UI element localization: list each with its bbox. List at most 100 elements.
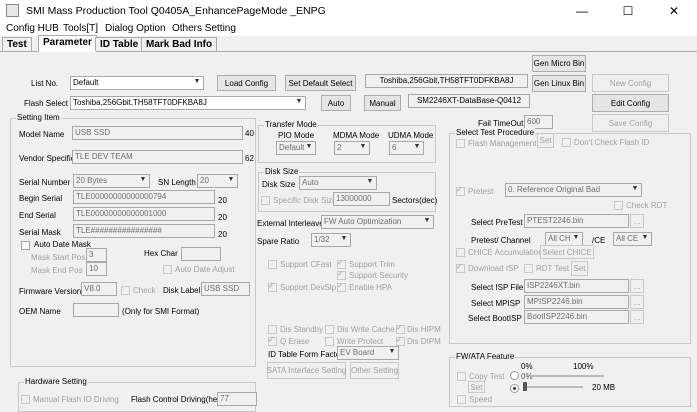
edit-config-button[interactable]: Edit Config: [592, 94, 669, 112]
flash-management-checkbox[interactable]: [456, 139, 465, 150]
bootisp-browse-button[interactable]: ...: [630, 310, 644, 324]
support-cfast-checkbox[interactable]: [268, 260, 277, 271]
chevron-down-icon: ▼: [305, 143, 313, 150]
check-rdt-checkbox[interactable]: [614, 201, 623, 212]
chice-accumulation-checkbox[interactable]: [456, 248, 465, 259]
fail-timeout-label: Fail TimeOut: [478, 119, 524, 128]
bootisp-field[interactable]: BootISP2246.bin: [524, 310, 629, 324]
fail-timeout-field[interactable]: 600: [524, 115, 553, 129]
model-name-field[interactable]: USB SSD: [72, 126, 243, 140]
id-form-factor-label: ID Table Form Factor: [268, 350, 343, 359]
ce-select[interactable]: All CE ▼: [613, 232, 652, 246]
check-icon: ✓: [396, 335, 403, 344]
auto-date-adjust-checkbox[interactable]: [163, 265, 172, 276]
download-isp-checkbox[interactable]: ✓: [456, 262, 465, 275]
auto-date-mask-label: Auto Date Mask: [34, 240, 91, 249]
disk-label-field[interactable]: USB SSD: [201, 282, 250, 296]
maximize-button[interactable]: ☐: [605, 0, 651, 21]
support-devslp-checkbox[interactable]: ✓: [268, 281, 277, 294]
serial-number-select[interactable]: 20 Bytes ▼: [73, 174, 150, 188]
serial-mask-field[interactable]: TLE################: [73, 224, 215, 238]
tab-test[interactable]: Test: [2, 37, 32, 51]
sectors-unit-label: Sectors(dec): [392, 196, 438, 205]
auto-button[interactable]: Auto: [321, 95, 351, 111]
menu-dialog-option[interactable]: Dialog Option: [105, 23, 166, 34]
mask-end-pos-field[interactable]: 10: [86, 262, 107, 276]
rdt-test-checkbox[interactable]: [524, 264, 533, 275]
manual-button[interactable]: Manual: [364, 95, 401, 111]
sn-length-select[interactable]: 20 ▼: [197, 174, 238, 188]
id-form-factor-select[interactable]: EV Board ▼: [337, 346, 399, 360]
enable-hpa-checkbox[interactable]: ✓: [337, 281, 346, 294]
specific-disk-size-checkbox[interactable]: [261, 196, 270, 207]
support-security-label: Support Security: [349, 271, 409, 280]
rdt-set-button[interactable]: Set: [571, 261, 588, 276]
size-slider-track[interactable]: [523, 386, 583, 388]
select-pretest-field[interactable]: PTEST2246.bin: [524, 214, 629, 228]
chevron-down-icon: ▼: [641, 234, 649, 241]
specific-disk-size-field[interactable]: 13000000: [333, 192, 390, 206]
udma-mode-select[interactable]: 6 ▼: [389, 141, 424, 155]
external-interleave-select[interactable]: FW Auto Optimization ▼: [321, 215, 434, 229]
begin-serial-field[interactable]: TLE00000000000000794: [73, 190, 215, 204]
flash-select-dropdown[interactable]: Toshiba,256Gbit,TH58TFT0DFKBA8J ▼: [70, 96, 306, 110]
auto-date-mask-checkbox[interactable]: [21, 241, 30, 252]
manual-flash-io-checkbox[interactable]: [21, 395, 30, 406]
copy-test-checkbox[interactable]: [457, 372, 466, 383]
dis-write-cache-checkbox[interactable]: [325, 325, 334, 336]
check-firmware-checkbox[interactable]: [121, 286, 130, 297]
gen-micro-bin-button[interactable]: Gen Micro Bin: [532, 55, 586, 72]
disk-size-select[interactable]: Auto ▼: [299, 176, 377, 190]
new-config-button[interactable]: New Config: [592, 74, 669, 92]
flash-management-set-button[interactable]: Set: [537, 133, 554, 148]
gen-linux-bin-button[interactable]: Gen Linux Bin: [532, 75, 586, 92]
tab-mark-bad-info[interactable]: Mark Bad Info: [141, 37, 218, 51]
hex-char-field[interactable]: [181, 247, 221, 261]
copy-test-set-button[interactable]: Set: [468, 381, 485, 393]
save-config-button[interactable]: Save Config: [592, 114, 669, 132]
tab-id-table[interactable]: ID Table: [95, 37, 144, 51]
mdma-mode-select[interactable]: 2 ▼: [334, 141, 370, 155]
check-icon: ✓: [456, 185, 463, 194]
end-serial-field[interactable]: TLE00000000000001000: [73, 207, 215, 221]
mpisp-field[interactable]: MPISP2246.bin: [524, 295, 629, 309]
spare-ratio-select[interactable]: 1/32 ▼: [311, 233, 351, 247]
isp-file-browse-button[interactable]: ...: [630, 279, 644, 293]
other-setting-button[interactable]: Other Setting: [350, 362, 399, 379]
pio-mode-select[interactable]: Default ▼: [276, 141, 316, 155]
select-pretest-browse-button[interactable]: ...: [630, 214, 644, 228]
firmware-version-field[interactable]: V8.0: [81, 282, 117, 296]
load-config-button[interactable]: Load Config: [217, 75, 276, 91]
mpisp-browse-button[interactable]: ...: [630, 295, 644, 309]
percent-radio[interactable]: [510, 371, 519, 380]
dis-write-cache-label: Dis Write Cache: [337, 325, 395, 334]
select-chice-button[interactable]: Select CHICE: [540, 245, 594, 259]
speed-checkbox[interactable]: [457, 395, 466, 406]
sn-length-label: SN Length: [158, 178, 196, 187]
vendor-specific-field[interactable]: TLE DEV TEAM: [72, 150, 243, 164]
mdma-mode-label: MDMA Mode: [333, 131, 380, 140]
tab-parameter[interactable]: Parameter: [38, 35, 97, 52]
pretest-checkbox[interactable]: ✓: [456, 185, 465, 198]
minimize-button[interactable]: —: [559, 0, 605, 21]
menu-tools[interactable]: Tools[T]: [63, 23, 98, 34]
sata-interface-setting-button[interactable]: SATA Interface Setting: [267, 362, 346, 379]
menu-config-hub[interactable]: Config HUB: [6, 23, 59, 34]
dont-check-flash-id-checkbox[interactable]: [562, 138, 571, 149]
percent-slider-track[interactable]: [532, 375, 604, 377]
write-protect-checkbox[interactable]: [325, 337, 334, 348]
pretest-select[interactable]: 0. Reference Original Bad ▼: [505, 183, 642, 197]
flash-control-driving-field[interactable]: 77: [217, 392, 257, 406]
oem-name-field[interactable]: [73, 303, 119, 317]
set-default-select-button[interactable]: Set Default Select: [285, 75, 356, 91]
menu-others-setting[interactable]: Others Setting: [172, 23, 236, 34]
close-button[interactable]: ✕: [651, 0, 697, 21]
channel-select[interactable]: All CH ▼: [545, 232, 583, 246]
size-radio[interactable]: [510, 384, 519, 393]
size-slider-thumb[interactable]: [523, 382, 527, 391]
select-mpisp-label: Select MPISP: [471, 299, 521, 308]
isp-file-field[interactable]: ISP2246XT.bin: [524, 279, 629, 293]
list-no-select[interactable]: Default ▼: [70, 76, 204, 90]
mask-start-pos-field[interactable]: 3: [86, 248, 107, 262]
q-erase-checkbox[interactable]: ✓: [268, 335, 277, 348]
